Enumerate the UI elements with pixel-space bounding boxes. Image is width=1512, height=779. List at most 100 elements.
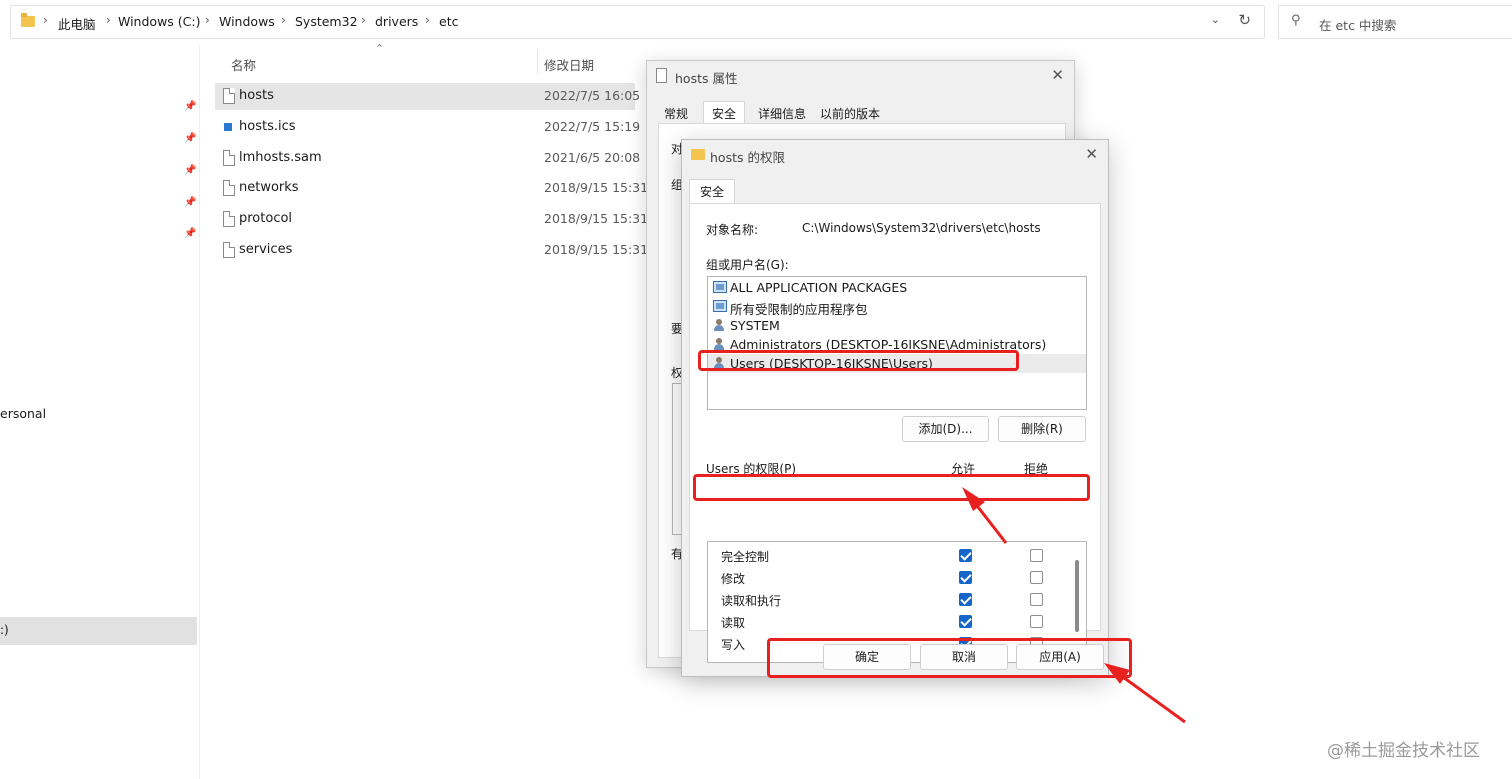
- file-date: 2018/9/15 15:31: [544, 242, 649, 257]
- tab-security[interactable]: 安全: [689, 179, 736, 206]
- group-name: SYSTEM: [730, 318, 780, 333]
- breadcrumb-windows[interactable]: Windows: [219, 14, 275, 29]
- file-name: hosts.ics: [239, 119, 296, 134]
- file-name: networks: [239, 180, 299, 195]
- permission-name: 写入: [721, 638, 746, 652]
- allow-checkbox[interactable]: [959, 571, 972, 584]
- group-item[interactable]: ALL APPLICATION PACKAGES: [708, 278, 1086, 297]
- refresh-icon[interactable]: ↻: [1238, 11, 1251, 29]
- file-name: services: [239, 242, 293, 257]
- groups-label: 组或用户名(G):: [706, 258, 789, 272]
- breadcrumb-etc[interactable]: etc: [439, 14, 458, 29]
- sort-ascending-icon: ⌃: [375, 42, 385, 55]
- config-file-icon: [223, 119, 235, 135]
- watermark: @稀土掘金技术社区: [1327, 741, 1480, 761]
- permission-name: 读取: [721, 616, 746, 630]
- folder-icon: [691, 149, 705, 160]
- breadcrumb-separator: ›: [425, 13, 430, 27]
- close-icon[interactable]: ✕: [1085, 145, 1098, 163]
- file-row-protocol[interactable]: protocol 2018/9/15 15:31: [215, 206, 648, 233]
- file-row-lmhosts[interactable]: lmhosts.sam 2021/6/5 20:08: [215, 145, 640, 172]
- add-button[interactable]: 添加(D)...: [902, 416, 989, 442]
- permissions-tab-body: 对象名称: C:\Windows\System32\drivers\etc\ho…: [689, 203, 1101, 663]
- allow-checkbox[interactable]: [959, 593, 972, 606]
- scrollbar[interactable]: [1075, 560, 1079, 632]
- tab-general[interactable]: 常规: [664, 105, 688, 122]
- group-item[interactable]: 所有受限制的应用程序包: [708, 297, 1086, 317]
- file-date: 2018/9/15 15:31: [544, 180, 649, 195]
- group-item[interactable]: SYSTEM: [708, 316, 1086, 335]
- highlight-users-group: [698, 350, 1019, 371]
- allow-checkbox[interactable]: [959, 615, 972, 628]
- properties-dialog-title: hosts 属性: [675, 71, 738, 86]
- permission-row: 读取和执行: [708, 588, 1086, 610]
- tab-details[interactable]: 详细信息: [758, 105, 806, 122]
- package-icon: [713, 281, 727, 293]
- folder-icon: [21, 13, 35, 27]
- file-date: 2021/6/5 20:08: [544, 150, 641, 165]
- file-date: 2022/7/5 15:19: [544, 119, 641, 134]
- nav-item-personal[interactable]: ersonal: [0, 406, 46, 421]
- permission-row: 修改: [708, 566, 1086, 588]
- close-icon[interactable]: ✕: [1051, 66, 1064, 84]
- tab-previous-versions[interactable]: 以前的版本: [820, 105, 880, 122]
- file-icon: [223, 211, 235, 227]
- deny-checkbox[interactable]: [1030, 571, 1043, 584]
- breadcrumb-drive-c[interactable]: Windows (C:): [118, 14, 200, 29]
- chevron-down-icon[interactable]: ⌄: [1211, 13, 1220, 26]
- breadcrumb-system32[interactable]: System32: [295, 14, 358, 29]
- group-name: ALL APPLICATION PACKAGES: [730, 280, 908, 295]
- breadcrumb-this-pc[interactable]: 此电脑: [58, 14, 96, 33]
- file-icon: [223, 88, 235, 104]
- permissions-dialog: hosts 的权限 ✕ 安全 对象名称: C:\Windows\System32…: [681, 139, 1109, 677]
- search-placeholder: 在 etc 中搜索: [1319, 18, 1397, 33]
- pin-icon: 📌: [184, 197, 197, 208]
- file-row-networks[interactable]: networks 2018/9/15 15:31: [215, 175, 648, 202]
- deny-checkbox[interactable]: [1030, 549, 1043, 562]
- permission-name: 读取和执行: [721, 594, 782, 608]
- object-name-value: C:\Windows\System32\drivers\etc\hosts: [802, 221, 1041, 235]
- breadcrumb-separator: ›: [106, 13, 111, 27]
- deny-checkbox[interactable]: [1030, 615, 1043, 628]
- address-bar[interactable]: › 此电脑 › Windows (C:) › Windows › System3…: [10, 5, 1265, 39]
- file-row-services[interactable]: services 2018/9/15 15:31: [215, 237, 648, 264]
- highlight-dialog-buttons: [767, 638, 1132, 678]
- nav-item-drive-label: :): [0, 623, 9, 637]
- nav-item-drive[interactable]: :): [0, 617, 197, 645]
- deny-checkbox[interactable]: [1030, 593, 1043, 606]
- pin-icon: 📌: [184, 133, 197, 144]
- navigation-pane: 📌 📌 📌 📌 📌 ersonal :): [0, 45, 200, 779]
- column-header-modified[interactable]: 修改日期: [544, 55, 594, 74]
- allow-checkbox[interactable]: [959, 549, 972, 562]
- breadcrumb-separator: ›: [43, 13, 48, 27]
- breadcrumb-separator: ›: [205, 13, 210, 27]
- permissions-dialog-title: hosts 的权限: [710, 150, 785, 165]
- file-icon: [656, 68, 667, 83]
- pin-icon: 📌: [184, 101, 197, 112]
- breadcrumb-drivers[interactable]: drivers: [375, 14, 418, 29]
- column-divider[interactable]: [537, 50, 538, 74]
- file-name: protocol: [239, 211, 293, 226]
- permission-row: 完全控制: [708, 544, 1086, 566]
- search-icon: ⚲: [1291, 13, 1301, 28]
- highlight-full-control: [693, 474, 1090, 501]
- breadcrumb-separator: ›: [361, 13, 366, 27]
- column-header-name[interactable]: 名称: [231, 55, 256, 74]
- remove-button[interactable]: 删除(R): [998, 416, 1086, 442]
- permission-name: 修改: [721, 572, 746, 586]
- groups-list[interactable]: ALL APPLICATION PACKAGES 所有受限制的应用程序包 SYS…: [707, 276, 1087, 410]
- file-date: 2022/7/5 16:05: [544, 88, 641, 103]
- users-icon: [713, 338, 727, 350]
- file-row-hosts[interactable]: hosts 2022/7/5 16:05: [215, 83, 640, 110]
- file-name: lmhosts.sam: [239, 150, 322, 165]
- pin-icon: 📌: [184, 228, 197, 239]
- permission-name: 完全控制: [721, 550, 770, 564]
- permission-row: 读取: [708, 610, 1086, 632]
- file-row-hosts-ics[interactable]: hosts.ics 2022/7/5 15:19: [215, 114, 640, 141]
- file-icon: [223, 242, 235, 258]
- file-date: 2018/9/15 15:31: [544, 211, 649, 226]
- package-icon: [713, 300, 727, 312]
- file-icon: [223, 180, 235, 196]
- search-box[interactable]: ⚲ 在 etc 中搜索: [1278, 5, 1512, 39]
- file-icon: [223, 150, 235, 166]
